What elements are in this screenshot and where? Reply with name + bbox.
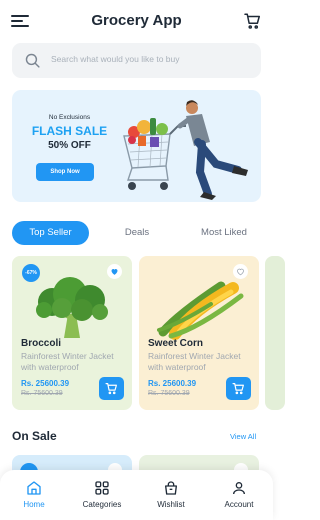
product-old-price: Rs. 75600.39 [21,390,63,397]
sweet-corn-image [157,281,244,340]
cart-icon [105,383,117,395]
product-description: Rainforest Winter Jacket with waterproof [148,351,241,372]
product-name: Broccoli [21,338,62,349]
product-price: Rs. 25600.39 [148,379,197,388]
banner-small-text: No Exclusions [48,114,91,121]
product-card[interactable]: Sweet Corn Rainforest Winter Jacket with… [139,256,259,410]
add-to-cart-button[interactable] [99,377,124,400]
account-user-icon [233,482,245,495]
wishlist-bag-icon [165,481,177,495]
search-bar[interactable]: Search what would you like to buy [12,43,261,78]
view-all-link[interactable]: View All [230,432,256,441]
nav-categories[interactable]: Categories [68,470,136,520]
search-input[interactable]: Search what would you like to buy [51,54,180,64]
home-icon [27,481,41,495]
product-card[interactable]: -67% Broccoli Rainforest Winter Jacket w… [12,256,132,410]
tab-top-seller[interactable]: Top Seller [12,221,89,245]
categories-grid-icon [95,481,109,495]
banner-subtitle: 50% OFF [48,140,91,151]
product-description: Rainforest Winter Jacket with waterproof [21,351,114,372]
nav-account[interactable]: Account [205,470,273,520]
cart-icon [232,383,244,395]
nav-wishlist[interactable]: Wishlist [137,470,205,520]
search-icon [25,53,40,68]
bottom-navigation: Home Categories Wishlist Account [0,470,273,520]
banner-title: FLASH SALE [31,124,108,138]
tab-most-liked[interactable]: Most Liked [192,221,256,245]
man-pushing-grocery-cart-illustration [123,100,248,200]
tab-deals[interactable]: Deals [112,221,162,245]
on-sale-title: On Sale [12,429,57,443]
cart-icon[interactable] [243,12,262,30]
nav-label: Categories [82,500,122,509]
broccoli-image [36,277,108,338]
shop-now-button[interactable]: Shop Now [36,163,94,181]
product-old-price: Rs. 75600.39 [148,390,190,397]
flash-sale-banner[interactable]: No Exclusions FLASH SALE 50% OFF Shop No… [12,90,261,202]
app-header: Grocery App [0,0,273,42]
nav-home[interactable]: Home [0,470,68,520]
nav-label: Wishlist [157,500,185,509]
product-card-peek [265,256,285,410]
add-to-cart-button[interactable] [226,377,251,400]
nav-label: Home [23,500,45,509]
page-title: Grocery App [91,12,182,29]
nav-label: Account [224,500,254,509]
product-price: Rs. 25600.39 [21,379,70,388]
product-name: Sweet Corn [148,338,204,349]
product-tabs: Top Seller Deals Most Liked [12,221,261,245]
